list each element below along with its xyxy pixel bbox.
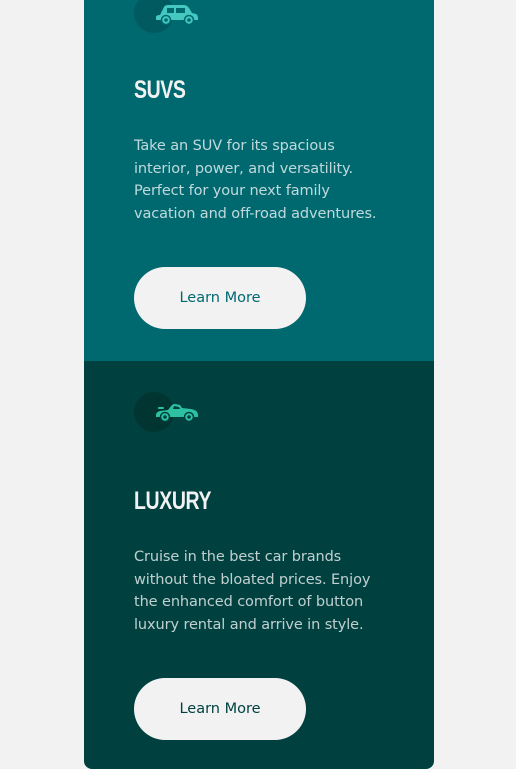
learn-more-button-suvs[interactable]: Learn More [134,267,306,329]
learn-more-button-luxury[interactable]: Learn More [134,678,306,740]
card-description: Cruise in the best car brands without th… [134,549,371,633]
card-suvs: SUVS Take an SUV for its spacious interi… [84,0,434,361]
suv-icon-container [134,0,198,33]
card-title: SUVS [134,76,186,104]
card-description: Take an SUV for its spacious interior, p… [134,138,377,222]
card-title: LUXURY [134,487,212,515]
luxury-icon-container [134,392,198,432]
suv-icon [156,5,198,25]
car-category-cards: SUVS Take an SUV for its spacious interi… [84,0,434,769]
card-luxury: LUXURY Cruise in the best car brands wit… [84,361,434,769]
luxury-car-icon [156,404,198,423]
